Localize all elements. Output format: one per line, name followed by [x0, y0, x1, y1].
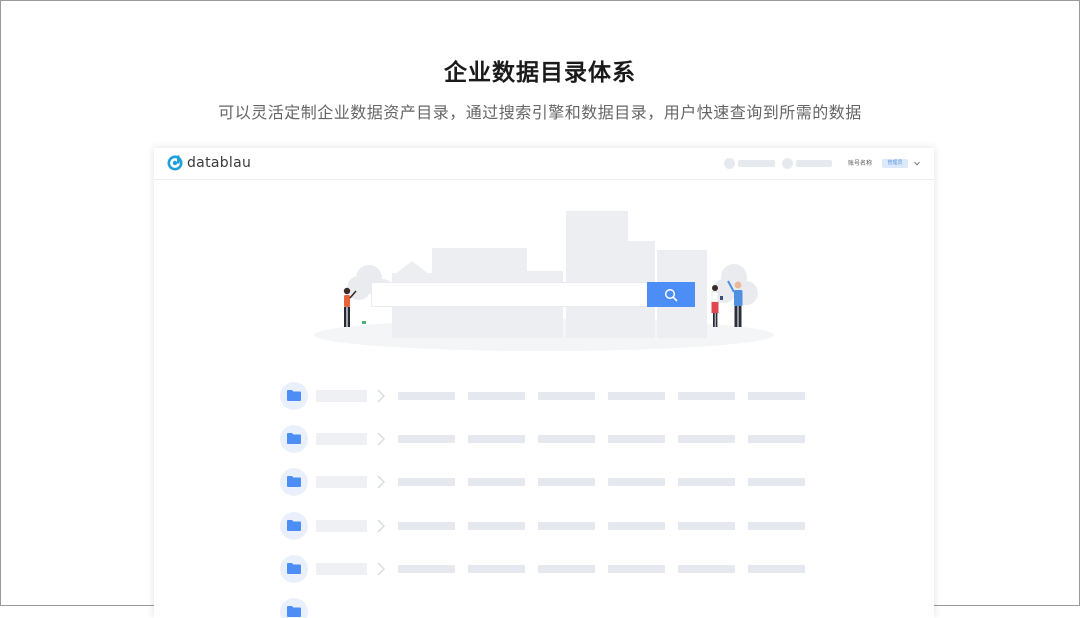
chevron-right-icon — [377, 519, 385, 533]
catalog-cell-placeholder — [398, 522, 455, 530]
logo[interactable]: datablau — [167, 155, 251, 171]
datablau-logo-icon — [167, 155, 183, 171]
folder-icon — [287, 606, 301, 617]
catalog-cell-placeholder — [468, 565, 525, 573]
catalog-cell-placeholder — [398, 392, 455, 400]
catalog-cell-placeholder — [748, 478, 805, 486]
catalog-row[interactable] — [280, 598, 810, 618]
folder-icon — [287, 476, 301, 487]
catalog-cell-placeholder — [468, 478, 525, 486]
catalog-cell-placeholder — [748, 435, 805, 443]
catalog-cell-placeholder — [608, 522, 665, 530]
folder-icon-badge — [280, 468, 308, 496]
folder-icon-badge — [280, 598, 308, 618]
catalog-cell-placeholder — [468, 522, 525, 530]
catalog-cell-placeholder — [608, 435, 665, 443]
search-hero-illustration — [314, 211, 774, 351]
folder-icon — [287, 433, 301, 444]
catalog-cell-placeholder — [678, 392, 735, 400]
catalog-name-placeholder — [316, 476, 367, 488]
folder-icon — [287, 390, 301, 401]
account-name[interactable]: 账号名称 — [848, 160, 872, 168]
catalog-cell-placeholder — [398, 565, 455, 573]
folder-icon-badge — [280, 512, 308, 540]
catalog-cell-placeholder — [538, 522, 595, 530]
catalog-cell-placeholder — [538, 478, 595, 486]
header-nav-placeholder[interactable] — [796, 160, 832, 167]
catalog-cell-placeholder — [538, 435, 595, 443]
notification-icon[interactable] — [724, 158, 735, 169]
logo-text: datablau — [187, 155, 252, 171]
catalog-name-placeholder — [316, 520, 367, 532]
catalog-cell-placeholder — [678, 435, 735, 443]
catalog-cell-placeholder — [748, 565, 805, 573]
catalog-cell-placeholder — [468, 392, 525, 400]
catalog-cell-placeholder — [678, 478, 735, 486]
catalog-cell-placeholder — [608, 392, 665, 400]
folder-icon-badge — [280, 425, 308, 453]
slide-subtitle: 可以灵活定制企业数据资产目录，通过搜索引擎和数据目录，用户快速查询到所需的数据 — [218, 103, 862, 122]
catalog-row[interactable] — [280, 468, 810, 496]
catalog-name-placeholder — [316, 433, 367, 445]
chevron-right-icon — [377, 475, 385, 489]
header-nav-placeholder[interactable] — [738, 160, 775, 167]
chevron-right-icon — [377, 389, 385, 403]
folder-icon-badge — [280, 382, 308, 410]
catalog-cell-placeholder — [538, 392, 595, 400]
catalog-cell-placeholder — [468, 435, 525, 443]
chevron-down-icon[interactable] — [914, 161, 920, 166]
catalog-name-placeholder — [316, 390, 367, 402]
catalog-cell-placeholder — [748, 392, 805, 400]
app-header: datablau 账号名称 管理员 — [154, 148, 934, 180]
chevron-right-icon — [377, 432, 385, 446]
search-input[interactable] — [371, 282, 647, 307]
folder-icon-badge — [280, 555, 308, 583]
chevron-right-icon — [377, 562, 385, 576]
folder-icon — [287, 563, 301, 574]
catalog-name-placeholder — [316, 563, 367, 575]
catalog-cell-placeholder — [678, 565, 735, 573]
catalog-cell-placeholder — [398, 435, 455, 443]
catalog-row[interactable] — [280, 555, 810, 583]
catalog-cell-placeholder — [538, 565, 595, 573]
catalog-row[interactable] — [280, 425, 810, 453]
slide-title: 企业数据目录体系 — [444, 60, 636, 86]
catalog-cell-placeholder — [678, 522, 735, 530]
catalog-row[interactable] — [280, 382, 810, 410]
help-icon[interactable] — [782, 158, 793, 169]
app-window: datablau 账号名称 管理员 — [154, 148, 934, 618]
catalog-cell-placeholder — [398, 478, 455, 486]
catalog-cell-placeholder — [748, 522, 805, 530]
role-badge: 管理员 — [882, 159, 908, 168]
search-icon — [664, 288, 678, 301]
catalog-cell-placeholder — [608, 565, 665, 573]
search-button[interactable] — [647, 282, 695, 307]
folder-icon — [287, 520, 301, 531]
catalog-row[interactable] — [280, 512, 810, 540]
catalog-cell-placeholder — [608, 478, 665, 486]
